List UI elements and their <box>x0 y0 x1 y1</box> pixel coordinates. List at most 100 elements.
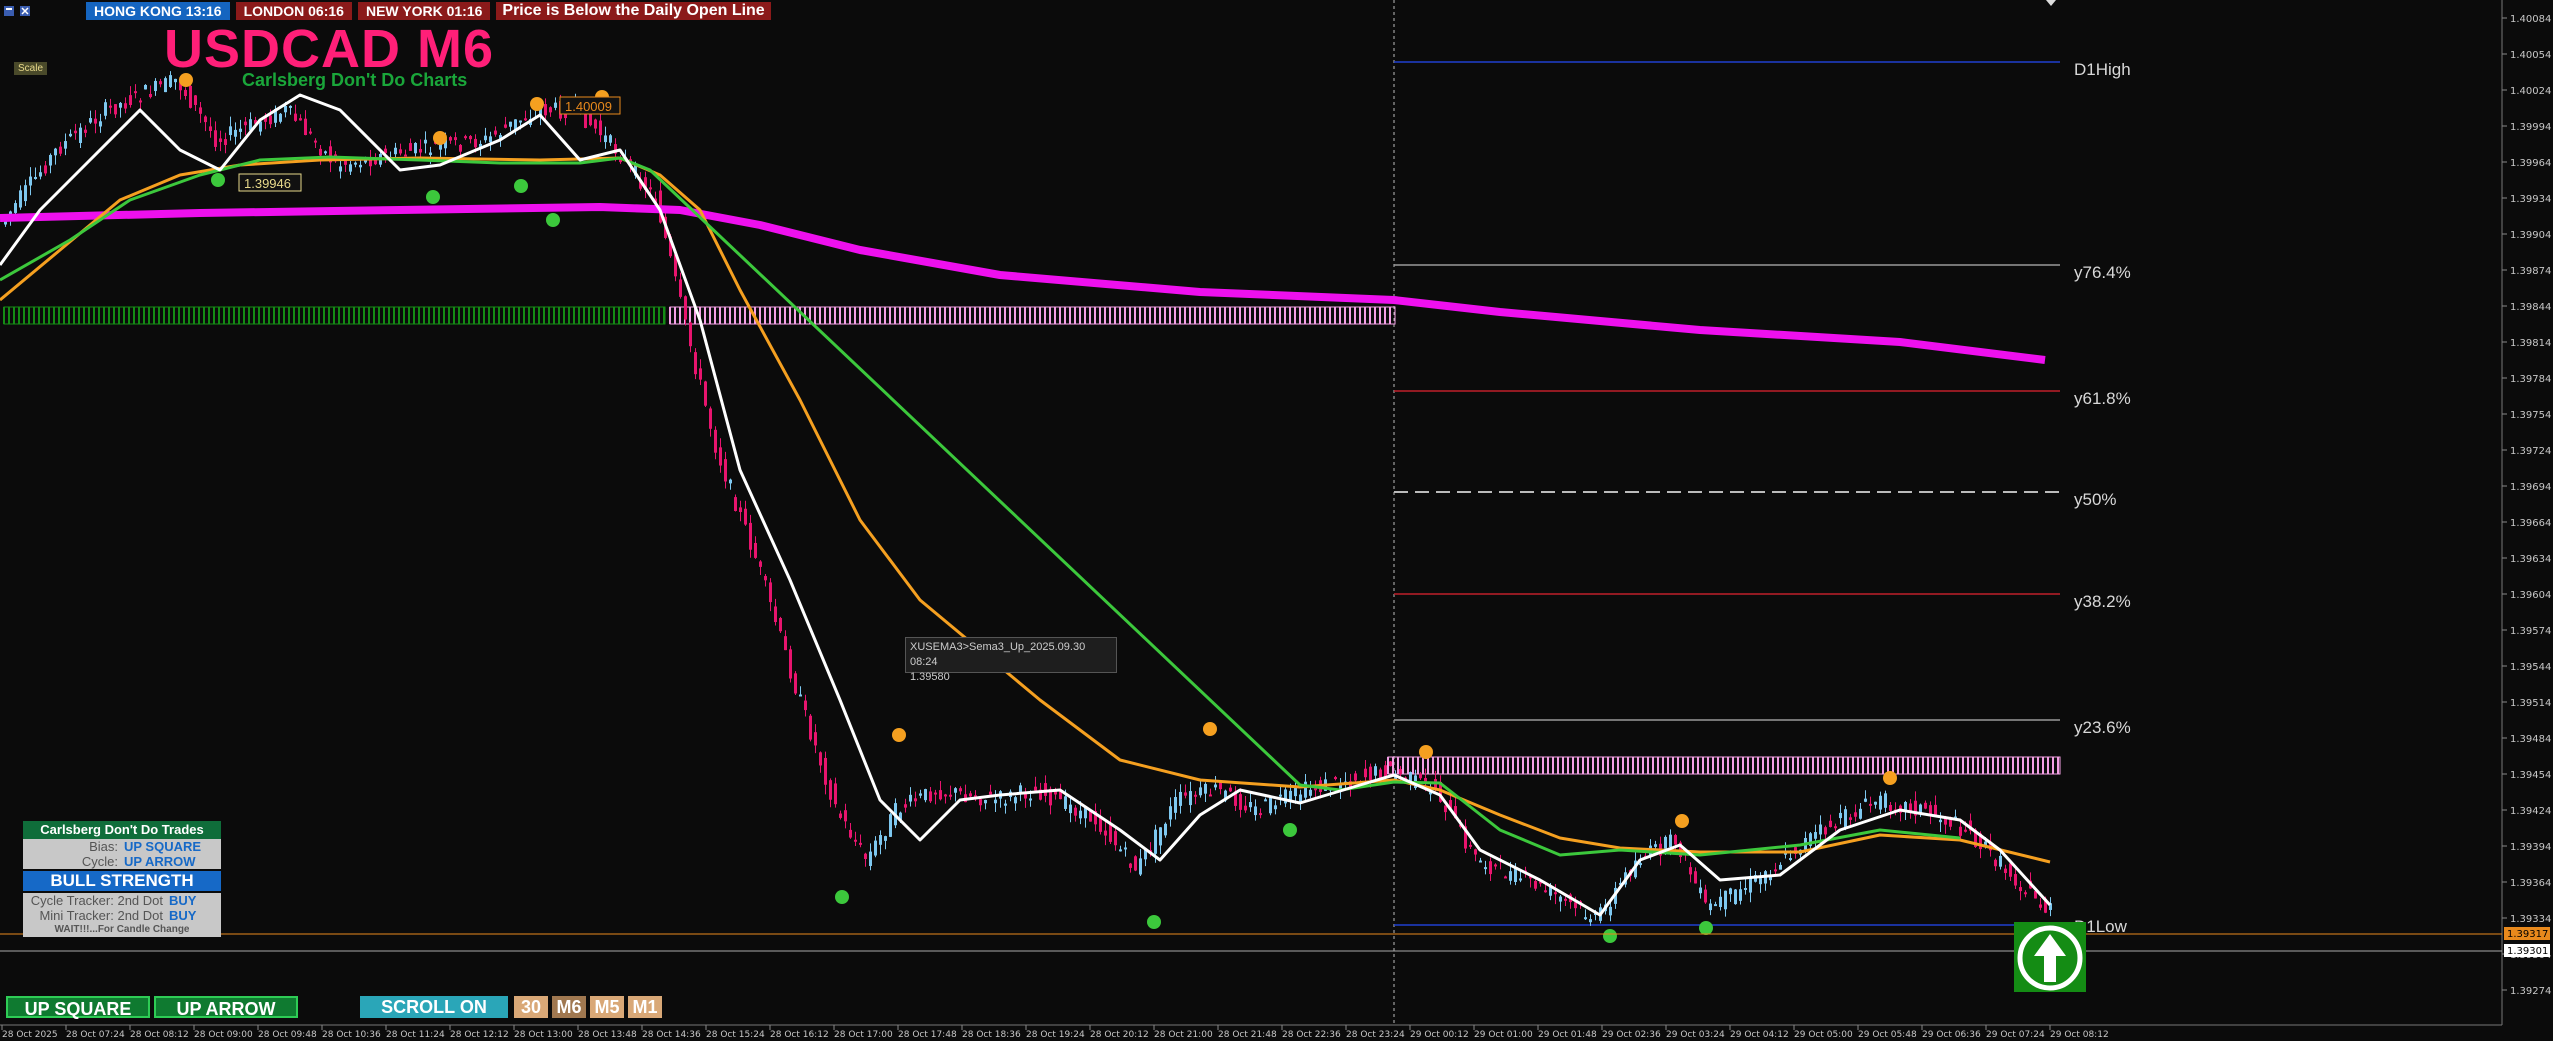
price-label-1: 1.39946 <box>244 176 291 191</box>
candle-body <box>1714 904 1717 907</box>
candle-body <box>1934 804 1937 816</box>
candle-body <box>509 121 512 127</box>
candle-body <box>989 791 992 795</box>
candle-body <box>1409 772 1412 782</box>
candle-body <box>699 368 702 380</box>
candle-body <box>1909 803 1912 811</box>
candle-body <box>949 794 952 797</box>
candle-body <box>14 203 17 213</box>
candle-body <box>2024 892 2027 895</box>
candle-body <box>739 507 742 513</box>
time-tick-label: 28 Oct 19:24 <box>1026 1030 1085 1040</box>
candle-body <box>1254 806 1257 816</box>
candle-body <box>1249 802 1252 808</box>
time-tick-label: 29 Oct 01:00 <box>1474 1030 1533 1040</box>
time-tick-label: 28 Oct 09:48 <box>258 1030 317 1040</box>
timeframe-m6-button[interactable]: M6 <box>552 996 586 1018</box>
candle-body <box>319 148 322 156</box>
candle-body <box>689 322 692 347</box>
candle-body <box>784 636 787 651</box>
time-tick-label: 29 Oct 08:12 <box>2050 1030 2109 1040</box>
swing-dot <box>546 213 560 227</box>
candle-body <box>314 140 317 143</box>
swing-dot <box>1283 823 1297 837</box>
candle-body <box>1814 832 1817 839</box>
time-tick-label: 29 Oct 06:36 <box>1922 1030 1981 1040</box>
candle-body <box>1929 805 1932 815</box>
candle-body <box>1069 804 1072 814</box>
candle-body <box>1559 896 1562 902</box>
candle-body <box>599 120 602 136</box>
price-tick-label: 1.39814 <box>2510 338 2551 349</box>
candle-body <box>1494 864 1497 867</box>
candle-body <box>1354 773 1357 781</box>
candle-body <box>1854 812 1857 817</box>
candle-body <box>439 144 442 150</box>
candle-body <box>1289 790 1292 800</box>
up-arrow-button[interactable]: UP ARROW <box>154 996 298 1019</box>
candle-body <box>1699 887 1702 894</box>
time-tick-label: 29 Oct 04:12 <box>1730 1030 1789 1040</box>
time-tick-label: 28 Oct 11:24 <box>386 1030 445 1040</box>
candle-body <box>1744 888 1747 891</box>
timeframe-m5-button[interactable]: M5 <box>590 996 624 1018</box>
up-square-button[interactable]: UP SQUARE <box>6 996 150 1019</box>
time-tick-label: 28 Oct 12:12 <box>450 1030 509 1040</box>
candle-body <box>544 104 547 116</box>
candle-body <box>884 836 887 841</box>
mini-tracker-row: Mini Tracker: 2nd Dot BUY <box>23 908 221 923</box>
candle-body <box>459 144 462 152</box>
candle-body <box>1489 861 1492 875</box>
candle-body <box>194 95 197 105</box>
candle-body <box>84 129 87 133</box>
candle-body <box>1479 860 1482 863</box>
up-arrow-circle-icon <box>2014 922 2086 992</box>
window-icon[interactable] <box>4 6 14 16</box>
swing-dot <box>426 190 440 204</box>
candle-body <box>679 279 682 297</box>
price-chart[interactable]: D1Highy76.4%y61.8%y50%y38.2%y23.6%D1Low … <box>0 0 2553 1041</box>
timeframe-m1-button[interactable]: M1 <box>628 996 662 1018</box>
price-tick-label: 1.39364 <box>2510 878 2551 889</box>
candle-body <box>1309 789 1312 796</box>
candle-body <box>324 151 327 154</box>
candle-body <box>284 105 287 113</box>
cycle-tracker-value: BUY <box>169 893 197 908</box>
candle-body <box>1189 791 1192 806</box>
candle-body <box>204 116 207 123</box>
candle-body <box>1704 889 1707 903</box>
swing-dot <box>433 131 447 145</box>
swing-dot <box>1675 814 1689 828</box>
candle-body <box>984 799 987 804</box>
time-tick-label: 28 Oct 15:24 <box>706 1030 765 1040</box>
candle-body <box>789 649 792 679</box>
candle-body <box>604 135 607 143</box>
price-tick-label: 1.39754 <box>2510 410 2551 421</box>
candle-body <box>864 853 867 859</box>
candle-body <box>214 130 217 147</box>
timeframe-30-button[interactable]: 30 <box>514 996 548 1018</box>
candle-body <box>1104 830 1107 836</box>
candle-body <box>149 93 152 98</box>
candle-body <box>1564 898 1567 901</box>
swing-dot <box>1203 722 1217 736</box>
candle-body <box>1774 869 1777 872</box>
candle-body <box>339 166 342 172</box>
close-icon[interactable] <box>20 6 30 16</box>
candle-body <box>809 715 812 740</box>
time-tick-label: 28 Oct 10:36 <box>322 1030 381 1040</box>
candle-body <box>959 788 962 792</box>
candle-body <box>414 142 417 154</box>
candle-body <box>1834 826 1837 829</box>
scale-button[interactable]: Scale <box>14 62 48 75</box>
candle-body <box>1999 855 2002 867</box>
candle-body <box>1779 864 1782 870</box>
time-tick-label: 28 Oct 14:36 <box>642 1030 701 1040</box>
scroll-toggle-button[interactable]: SCROLL ON <box>360 996 508 1018</box>
candle-body <box>779 618 782 632</box>
candle-body <box>1509 871 1512 881</box>
candle-body <box>1209 794 1212 797</box>
candle-body <box>649 187 652 190</box>
candle-body <box>1589 919 1592 923</box>
candle-body <box>2004 868 2007 874</box>
